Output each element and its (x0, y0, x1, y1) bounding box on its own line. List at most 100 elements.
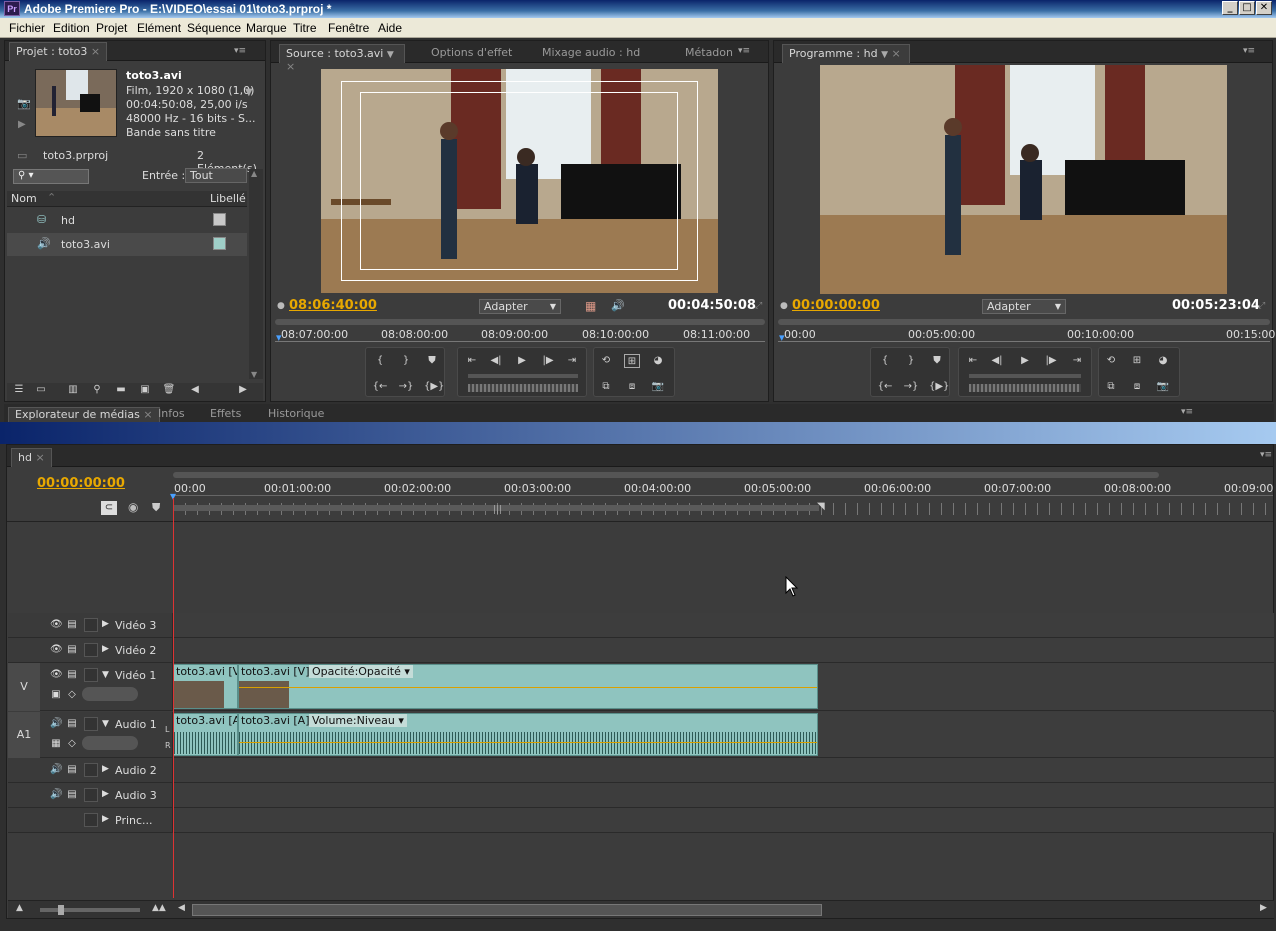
speaker-icon[interactable]: 🔊 (50, 764, 62, 776)
collapse-icon[interactable]: ▤ (66, 789, 78, 801)
expand-track-icon[interactable]: ▶ (102, 644, 109, 654)
source-video-frame[interactable] (321, 69, 718, 293)
lift-icon[interactable]: ⧉ (1103, 380, 1119, 394)
speaker-icon[interactable]: 🔊 (50, 718, 62, 730)
source-target-audio[interactable]: A1 (8, 712, 40, 758)
marker-icon[interactable]: ⛊ (424, 354, 440, 368)
work-area-end-icon[interactable]: ◥ (817, 501, 825, 512)
tab-audio-mixer[interactable]: Mixage audio : hd (536, 44, 646, 63)
snap-icon[interactable]: ⊂ (101, 501, 117, 515)
opacity-rubberband[interactable] (239, 687, 817, 688)
scroll-left-icon[interactable]: ◀ (178, 903, 185, 913)
timeline-scrollbar[interactable] (192, 904, 822, 916)
export-frame-icon[interactable]: 📷 (1155, 380, 1171, 394)
go-out-icon[interactable]: →} (398, 380, 414, 394)
find-icon[interactable]: ⚲ (89, 383, 105, 397)
eye-icon[interactable]: 👁 (50, 669, 63, 681)
timeline-zoom-bar[interactable] (173, 472, 1159, 478)
add-marker-icon[interactable]: ⛊ (152, 501, 160, 515)
label-color-swatch[interactable] (213, 213, 226, 226)
zoom-slider-thumb[interactable] (58, 905, 64, 915)
drag-video-icon[interactable]: ▦ (585, 299, 596, 313)
go-previous-edit-icon[interactable]: ⇤ (965, 354, 981, 368)
camera-icon[interactable]: 📷 (17, 97, 31, 110)
lock-box[interactable] (84, 813, 98, 827)
menu-element[interactable]: Elément (137, 21, 181, 35)
go-out-icon[interactable]: →} (903, 380, 919, 394)
tab-effect-options[interactable]: Options d'effet (425, 44, 518, 63)
loop-icon[interactable]: ⟲ (1103, 354, 1119, 368)
lock-box[interactable] (84, 717, 98, 731)
play-icon[interactable]: ▶ (514, 354, 530, 368)
output-icon[interactable]: ◕ (1155, 354, 1171, 368)
menu-projet[interactable]: Projet (96, 21, 127, 35)
step-back-marker-icon[interactable]: ⇤ (464, 354, 480, 368)
menu-marque[interactable]: Marque (246, 21, 287, 35)
step-forward-marker-icon[interactable]: ⇥ (564, 354, 580, 368)
zoom-in-icon[interactable]: ▲▲ (152, 903, 166, 913)
expand-track-icon[interactable]: ▶ (102, 764, 109, 774)
column-label[interactable]: Libellé (210, 192, 246, 205)
export-frame-icon[interactable]: 📷 (650, 380, 666, 394)
list-view-icon[interactable]: ☰ (11, 383, 27, 397)
work-area-handle-icon[interactable]: ||| (493, 505, 502, 515)
set-encore-marker-icon[interactable]: ◉ (128, 500, 138, 514)
collapse-icon[interactable]: ▤ (66, 619, 78, 631)
display-style-icon[interactable]: ▣ (50, 689, 62, 701)
maximize-button[interactable]: □ (1239, 1, 1255, 15)
lock-box[interactable] (84, 668, 98, 682)
go-in-icon[interactable]: {← (372, 380, 388, 394)
menu-sequence[interactable]: Séquence (187, 21, 241, 35)
keyframe-icon[interactable]: ◇ (66, 738, 78, 750)
menu-fichier[interactable]: Fichier (9, 21, 45, 35)
expand-track-icon[interactable]: ▶ (102, 789, 109, 799)
minimize-button[interactable]: _ (1222, 1, 1238, 15)
new-bin-icon[interactable]: ▬ (113, 383, 129, 397)
play-icon[interactable]: ▶ (1017, 354, 1033, 368)
project-item-hd[interactable]: ⛁ hd (7, 209, 247, 232)
step-forward-icon[interactable]: |▶ (540, 354, 556, 368)
play-preview-icon[interactable]: ▶ (18, 119, 26, 130)
playhead-icon[interactable]: ▾ (779, 331, 785, 344)
loop-icon[interactable]: ⟲ (598, 354, 614, 368)
column-name[interactable]: Nom (11, 192, 37, 205)
extract-icon[interactable]: ⧈ (1129, 380, 1145, 394)
project-scrollbar[interactable]: ▲ ▼ (249, 169, 263, 379)
lock-box[interactable] (84, 643, 98, 657)
expand-track-icon[interactable]: ▶ (102, 619, 109, 629)
menu-aide[interactable]: Aide (378, 21, 402, 35)
marker-icon[interactable]: ⛊ (929, 354, 945, 368)
volume-rubberband[interactable] (239, 742, 817, 743)
step-back-icon[interactable]: ◀| (989, 354, 1005, 368)
keyframe-navigator[interactable] (82, 687, 138, 701)
scroll-right-icon[interactable]: ▶ (235, 383, 251, 397)
tab-project[interactable]: Projet : toto3 × (9, 42, 108, 61)
tab-sequence-hd[interactable]: hd × (11, 448, 52, 467)
label-color-swatch[interactable] (213, 237, 226, 250)
opacity-dropdown[interactable]: Opacité:Opacité ▾ (309, 665, 413, 678)
overwrite-icon[interactable]: ⧈ (624, 380, 640, 394)
timeline-timecode[interactable]: 00:00:00:00 (37, 476, 125, 491)
mark-out-icon[interactable]: } (398, 354, 414, 368)
drag-audio-icon[interactable]: 🔊 (611, 299, 625, 312)
shuttle-slider[interactable] (969, 374, 1081, 378)
shuttle-slider[interactable] (468, 374, 578, 378)
search-input[interactable]: ⚲ ▾ (13, 169, 89, 184)
play-in-out-icon[interactable]: {▶} (929, 380, 949, 394)
program-video-frame[interactable] (820, 65, 1227, 294)
panel-menu-icon[interactable]: ▾≡ (1259, 450, 1273, 460)
volume-dropdown[interactable]: Volume:Niveau ▾ (309, 714, 407, 727)
audio-clip[interactable]: toto3.avi [A] (173, 713, 238, 756)
expand-track-icon[interactable]: ▶ (102, 814, 109, 824)
tab-media-browser[interactable]: Explorateur de médias × (8, 407, 160, 422)
panel-menu-icon[interactable]: ▾≡ (737, 46, 751, 56)
scroll-right-icon[interactable]: ▶ (1260, 903, 1267, 913)
program-zoom-bar[interactable] (778, 319, 1270, 325)
tab-program[interactable]: Programme : hd ▼ × (782, 44, 910, 63)
source-timecode[interactable]: 08:06:40:00 (289, 298, 377, 313)
step-forward-icon[interactable]: |▶ (1043, 354, 1059, 368)
go-next-edit-icon[interactable]: ⇥ (1069, 354, 1085, 368)
jog-wheel[interactable] (468, 384, 578, 392)
source-fit-dropdown[interactable]: Adapter ▼ (479, 299, 561, 314)
new-item-icon[interactable]: ▣ (137, 383, 153, 397)
